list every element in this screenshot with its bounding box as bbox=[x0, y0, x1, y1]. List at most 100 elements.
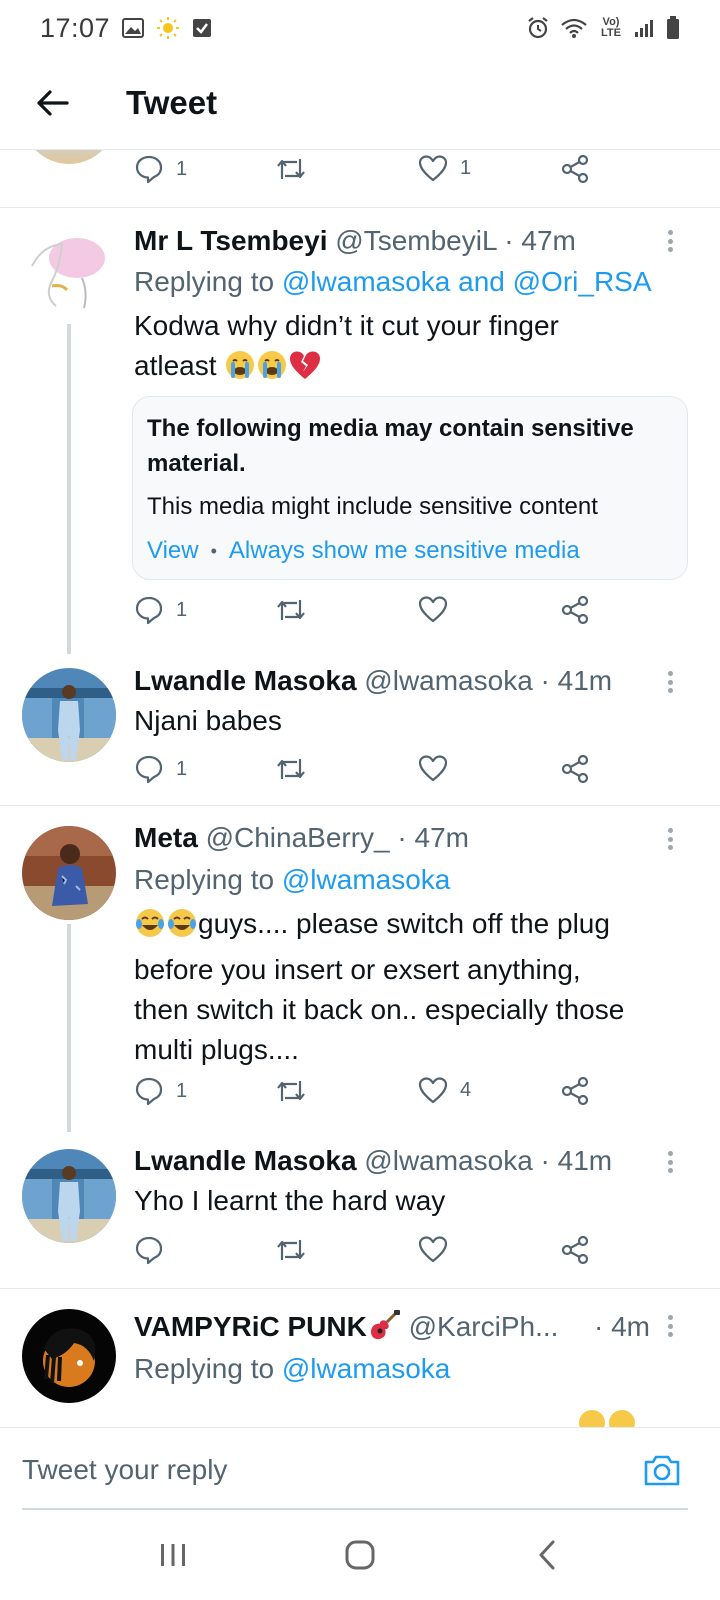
reply-count: 1 bbox=[176, 757, 188, 780]
reply-icon bbox=[135, 1077, 163, 1106]
author-handle-time: @lwamasoka · 41m bbox=[364, 1145, 613, 1176]
view-media-link[interactable]: View bbox=[147, 537, 199, 565]
retweet-button[interactable] bbox=[275, 754, 307, 784]
avatar-image bbox=[22, 668, 116, 762]
reply-button[interactable] bbox=[134, 1235, 176, 1265]
crying-face-icon bbox=[224, 349, 256, 392]
share-icon bbox=[561, 595, 589, 625]
more-options-button[interactable] bbox=[660, 1147, 680, 1177]
avatar[interactable] bbox=[22, 226, 116, 320]
retweet-button[interactable] bbox=[275, 595, 307, 625]
like-button[interactable]: 1 bbox=[418, 154, 471, 182]
share-icon bbox=[561, 154, 589, 184]
reply-composer: Tweet your reply bbox=[0, 1427, 720, 1510]
always-show-sensitive-link[interactable]: Always show me sensitive media bbox=[229, 537, 580, 565]
home-button[interactable] bbox=[330, 1525, 390, 1585]
wifi-icon bbox=[560, 17, 588, 39]
share-icon bbox=[561, 1076, 589, 1106]
image-notification-icon bbox=[122, 18, 145, 38]
back-nav-button[interactable] bbox=[517, 1525, 577, 1585]
author-name[interactable]: Meta bbox=[134, 822, 198, 853]
retweet-button[interactable] bbox=[275, 154, 307, 184]
more-options-button[interactable] bbox=[660, 824, 680, 854]
share-button[interactable] bbox=[560, 1235, 590, 1265]
replying-to: Replying to @lwamasoka and @Ori_RSA bbox=[134, 264, 652, 300]
avatar-image bbox=[22, 1309, 116, 1403]
avatar[interactable] bbox=[22, 1149, 116, 1243]
more-options-button[interactable] bbox=[660, 667, 680, 697]
avatar[interactable] bbox=[22, 826, 116, 920]
tweet-text: guys.... please switch off the plug befo… bbox=[134, 904, 680, 1070]
recent-apps-button[interactable] bbox=[143, 1525, 203, 1585]
author-name[interactable]: Lwandle Masoka bbox=[134, 1145, 357, 1176]
status-time: 17:07 bbox=[40, 12, 111, 43]
reply-input[interactable]: Tweet your reply bbox=[22, 1454, 227, 1486]
replying-to-link[interactable]: @lwamasoka and @Ori_RSA bbox=[282, 266, 652, 297]
share-button[interactable] bbox=[560, 754, 590, 784]
author-name[interactable]: Lwandle Masoka bbox=[134, 665, 357, 696]
reply-button[interactable]: 1 bbox=[134, 154, 187, 184]
reply-button[interactable]: 1 bbox=[134, 1076, 187, 1106]
share-button[interactable] bbox=[560, 154, 590, 184]
retweet-icon bbox=[277, 1081, 305, 1101]
like-button[interactable] bbox=[418, 754, 460, 782]
status-bar: 17:07 Vo) LTE bbox=[0, 0, 720, 56]
tweet[interactable]: Mr L Tsembeyi @TsembeyiL · 47m Replying … bbox=[0, 208, 720, 654]
author-name[interactable]: Mr L Tsembeyi bbox=[134, 225, 327, 256]
author-name[interactable]: VAMPYRiC PUNK bbox=[134, 1311, 367, 1342]
signal-icon bbox=[634, 18, 656, 38]
tweet[interactable]: Lwandle Masoka @lwamasoka · 41m Njani ba… bbox=[0, 653, 720, 805]
replying-to: Replying to @lwamasoka bbox=[134, 862, 450, 898]
checkbox-notification-icon bbox=[192, 18, 212, 38]
avatar-image bbox=[22, 826, 116, 920]
share-button[interactable] bbox=[560, 1076, 590, 1106]
reply-button[interactable]: 1 bbox=[134, 754, 187, 784]
more-options-button[interactable] bbox=[660, 226, 680, 256]
reply-button[interactable]: 1 bbox=[134, 595, 187, 625]
sensitive-body: This media might include sensitive conte… bbox=[147, 493, 598, 520]
tweet[interactable]: VAMPYRiC PUNK @KarciPh... · 4m Replying … bbox=[0, 1289, 720, 1427]
tweet-text-line: guys.... please switch off the plug bbox=[134, 904, 680, 950]
replying-prefix: Replying to bbox=[134, 1353, 282, 1384]
app-header: Tweet bbox=[0, 56, 720, 150]
tweet-text-word: atleast bbox=[134, 350, 217, 381]
tweet-text-line: Kodwa why didn’t it cut your finger bbox=[134, 310, 559, 341]
recent-apps-icon bbox=[161, 1544, 186, 1566]
tweet-text-line: before you insert or exsert anything, bbox=[134, 954, 581, 985]
share-icon bbox=[561, 754, 589, 784]
avatar[interactable] bbox=[22, 150, 116, 164]
reply-count: 1 bbox=[176, 1079, 188, 1102]
like-count: 1 bbox=[460, 156, 472, 179]
like-button[interactable] bbox=[418, 1235, 460, 1263]
retweet-icon bbox=[277, 759, 305, 779]
tweet[interactable]: Meta @ChinaBerry_ · 47m Replying to @lwa… bbox=[0, 806, 720, 1132]
tweet-text-word: guys.... please switch off the plug bbox=[198, 908, 610, 939]
author-handle-time: @lwamasoka · 41m bbox=[364, 665, 613, 696]
tweet-thread[interactable]: 1 1 Mr L Tsembeyi @TsembeyiL · 47m Reply… bbox=[0, 150, 720, 1427]
tears-of-joy-icon bbox=[166, 907, 198, 950]
avatar-image bbox=[22, 1149, 116, 1243]
back-button[interactable] bbox=[22, 73, 82, 133]
like-button[interactable] bbox=[418, 595, 460, 623]
lte-label: Vo) LTE bbox=[601, 16, 621, 39]
more-options-button[interactable] bbox=[660, 1311, 680, 1341]
tears-of-joy-icon bbox=[134, 907, 166, 950]
sensitive-title: The following media may contain sensitiv… bbox=[147, 415, 634, 477]
like-button[interactable]: 4 bbox=[418, 1076, 471, 1104]
replying-to-link[interactable]: @lwamasoka bbox=[282, 864, 450, 895]
reply-icon bbox=[135, 755, 163, 784]
share-button[interactable] bbox=[560, 595, 590, 625]
home-icon bbox=[345, 1540, 375, 1570]
retweet-button[interactable] bbox=[275, 1076, 307, 1106]
emoji-peek bbox=[578, 1407, 638, 1427]
heart-icon bbox=[418, 755, 448, 782]
retweet-button[interactable] bbox=[275, 1235, 307, 1265]
avatar[interactable] bbox=[22, 668, 116, 762]
avatar[interactable] bbox=[22, 1309, 116, 1403]
page-title: Tweet bbox=[126, 83, 218, 121]
camera-button[interactable] bbox=[640, 1448, 684, 1492]
reply-count: 1 bbox=[176, 157, 188, 180]
replying-to-link[interactable]: @lwamasoka bbox=[282, 1353, 450, 1384]
sensitive-media-card[interactable]: The following media may contain sensitiv… bbox=[132, 396, 688, 580]
tweet[interactable]: Lwandle Masoka @lwamasoka · 41m Yho I le… bbox=[0, 1131, 720, 1288]
